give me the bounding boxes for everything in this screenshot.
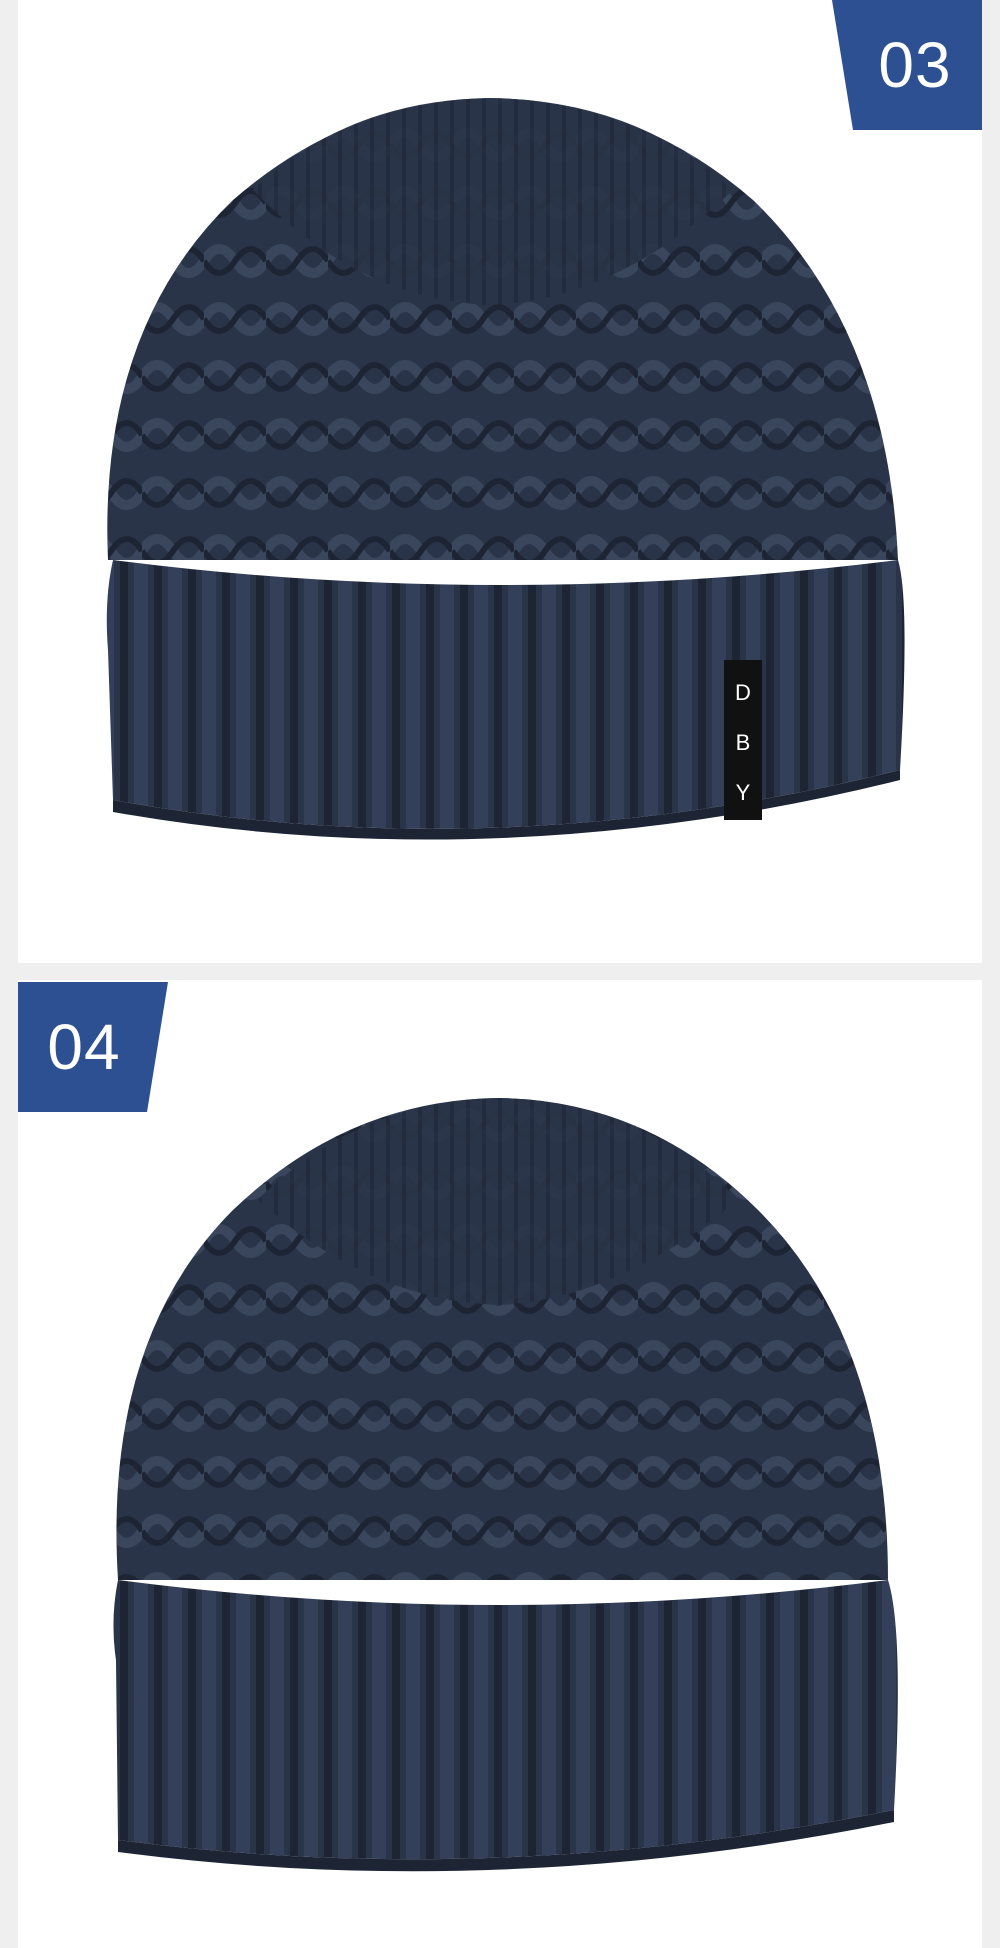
beanie-hat-back-image — [113, 1098, 898, 1872]
photo-number-badge: 04 — [18, 982, 168, 1112]
beanie-hat-front-image: D B Y — [106, 98, 905, 840]
product-photo-panel-03: 03 D B Y — [18, 0, 982, 963]
label-letter-d: D — [735, 680, 751, 705]
product-photo-panel-04: 04 — [18, 980, 982, 1948]
label-letter-b: B — [736, 730, 751, 755]
label-letter-y: Y — [736, 780, 751, 805]
